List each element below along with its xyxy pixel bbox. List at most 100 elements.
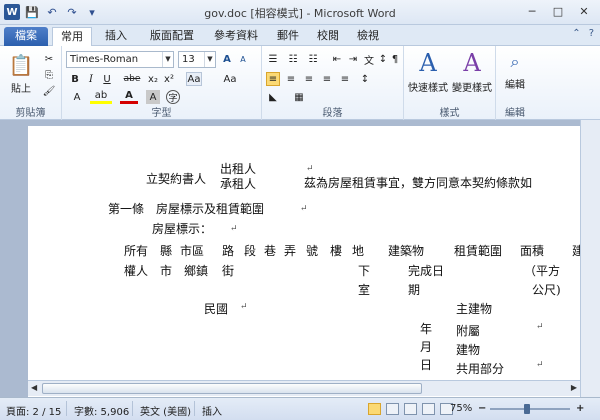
font-name-combo[interactable]: Times-Roman ▼ <box>66 51 174 68</box>
table-cell: 巷 <box>264 244 277 258</box>
table-cell: 地 <box>352 244 365 258</box>
zoom-level[interactable]: 75% <box>450 403 472 414</box>
format-painter-icon[interactable]: 🖌 <box>42 84 56 98</box>
underline-button[interactable]: U <box>100 72 114 86</box>
copy-icon[interactable]: ⎘ <box>42 68 56 82</box>
tab-page-layout[interactable]: 版面配置 <box>140 27 204 46</box>
house-label: 房屋標示： <box>152 222 213 236</box>
change-styles-icon[interactable]: A <box>456 48 488 78</box>
paragraph-mark-icon: ↵ <box>536 360 544 370</box>
tab-file[interactable]: 檔案 <box>4 27 48 46</box>
zoom-slider-knob[interactable] <box>524 404 530 414</box>
table-cell: 路 <box>222 244 235 258</box>
font-size-combo[interactable]: 13 ▼ <box>178 51 216 68</box>
quick-styles-icon[interactable]: A <box>412 48 444 78</box>
table-cell: 下 <box>358 264 371 278</box>
table-cell: 建 <box>572 244 580 258</box>
editing-button[interactable]: 編輯 <box>498 76 532 91</box>
font-size-value: 13 <box>182 54 195 65</box>
table-cell: 弄 <box>284 244 297 258</box>
year-label: 年 <box>420 322 433 336</box>
bullets-icon[interactable]: ☰ <box>266 52 280 66</box>
word-count[interactable]: 字數: 5,906 <box>74 403 129 418</box>
outline-view-icon[interactable] <box>422 403 435 415</box>
tab-mailings[interactable]: 郵件 <box>268 27 308 46</box>
tab-home[interactable]: 常用 <box>52 27 92 46</box>
strikethrough-button[interactable]: abe <box>122 72 142 86</box>
tab-review[interactable]: 校閱 <box>308 27 348 46</box>
character-shading-button[interactable]: A <box>146 90 160 104</box>
paragraph-group: ☰ ☷ ☷ ⇤ ⇥ 文 ↕ ¶ ≡ ≡ ≡ ≡ ≡ ↕ ◣ ▦ 段落 <box>262 46 404 120</box>
paragraph-mark-icon: ↵ <box>230 224 238 234</box>
scroll-right-icon[interactable]: ▶ <box>571 383 577 392</box>
center-icon[interactable]: ≡ <box>284 72 298 86</box>
insert-mode[interactable]: 插入 <box>202 403 222 418</box>
paragraph-mark-icon: ↵ <box>536 322 544 332</box>
decrease-indent-icon[interactable]: ⇤ <box>330 52 344 66</box>
paste-button[interactable]: 貼上 <box>6 80 36 95</box>
multilevel-list-icon[interactable]: ☷ <box>306 52 320 66</box>
text-effects-icon[interactable]: A <box>68 90 86 104</box>
language-indicator[interactable]: 英文 (美國) <box>140 403 191 418</box>
web-layout-icon[interactable] <box>404 403 417 415</box>
quick-styles-button[interactable]: 快速樣式 <box>406 80 450 94</box>
table-cell: 市區 <box>180 244 205 258</box>
superscript-button[interactable]: x² <box>162 72 176 86</box>
chinese-layout-icon[interactable]: 文 <box>362 52 376 67</box>
zoom-in-button[interactable]: + <box>576 403 584 414</box>
styles-group-label: 樣式 <box>439 108 460 119</box>
minimize-button[interactable]: ─ <box>520 2 544 20</box>
paste-icon[interactable]: 📋 <box>6 50 36 80</box>
day-label: 日 <box>420 358 433 372</box>
subscript-button[interactable]: x₂ <box>146 72 160 86</box>
bold-button[interactable]: B <box>68 72 82 86</box>
numbering-icon[interactable]: ☷ <box>286 52 300 66</box>
tab-references[interactable]: 參考資料 <box>204 27 268 46</box>
font-color-button[interactable]: A <box>120 90 138 104</box>
horizontal-scrollbar[interactable]: ◀ ▶ <box>28 380 580 396</box>
change-case-button[interactable]: Aa <box>220 72 240 86</box>
title-bar: W 💾 ↶ ↷ ▾ gov.doc [相容模式] - Microsoft Wor… <box>0 0 600 25</box>
align-left-icon[interactable]: ≡ <box>266 72 280 86</box>
full-screen-reading-icon[interactable] <box>386 403 399 415</box>
distributed-icon[interactable]: ≡ <box>338 72 352 86</box>
paragraph-mark-icon: ↵ <box>240 302 248 312</box>
clipboard-group: 📋 貼上 ✂ ⎘ 🖌 剪貼簿 <box>0 46 62 120</box>
line-spacing-icon[interactable]: ↕ <box>358 72 372 86</box>
scroll-thumb[interactable] <box>42 383 422 394</box>
change-styles-button[interactable]: 變更樣式 <box>450 80 494 94</box>
grow-font-icon[interactable]: A <box>220 52 234 66</box>
chevron-down-icon[interactable]: ▼ <box>204 52 215 67</box>
zoom-slider[interactable] <box>490 404 570 414</box>
font-name-value: Times-Roman <box>70 54 139 65</box>
collapse-ribbon-icon[interactable]: ⌃ <box>572 28 580 39</box>
maximize-button[interactable]: □ <box>546 2 570 20</box>
page-indicator[interactable]: 頁面: 2 / 15 <box>6 403 61 418</box>
styles-group: A 快速樣式 A 變更樣式 樣式 <box>404 46 496 120</box>
tab-view[interactable]: 檢視 <box>348 27 388 46</box>
shrink-font-icon[interactable]: A <box>236 52 250 66</box>
help-icon[interactable]: ? <box>589 28 594 39</box>
justify-icon[interactable]: ≡ <box>320 72 334 86</box>
shading-icon[interactable]: ◣ <box>266 90 280 104</box>
highlight-button[interactable]: ab <box>90 90 112 104</box>
print-layout-icon[interactable] <box>368 403 381 415</box>
main-building-label: 主建物 <box>456 302 493 316</box>
enclose-characters-button[interactable]: 字 <box>166 90 180 104</box>
binoculars-icon[interactable]: ⌕ <box>504 50 526 74</box>
align-right-icon[interactable]: ≡ <box>302 72 316 86</box>
italic-button[interactable]: I <box>84 72 98 86</box>
borders-icon[interactable]: ▦ <box>292 90 306 104</box>
increase-indent-icon[interactable]: ⇥ <box>346 52 360 66</box>
zoom-out-button[interactable]: − <box>478 403 486 414</box>
tab-insert[interactable]: 插入 <box>96 27 136 46</box>
clear-formatting-button[interactable]: Aa <box>186 72 202 86</box>
show-marks-icon[interactable]: ¶ <box>388 52 402 66</box>
scroll-left-icon[interactable]: ◀ <box>31 383 37 392</box>
close-button[interactable]: ✕ <box>572 2 596 20</box>
chevron-down-icon[interactable]: ▼ <box>162 52 173 67</box>
vertical-scrollbar[interactable] <box>580 120 600 397</box>
cut-icon[interactable]: ✂ <box>42 52 56 66</box>
table-cell: 面積 <box>520 244 545 258</box>
document-page[interactable]: 立契約書人 出租人 承租人 茲為房屋租賃事宜，雙方同意本契約條款如 第一條 房屋… <box>28 126 580 397</box>
